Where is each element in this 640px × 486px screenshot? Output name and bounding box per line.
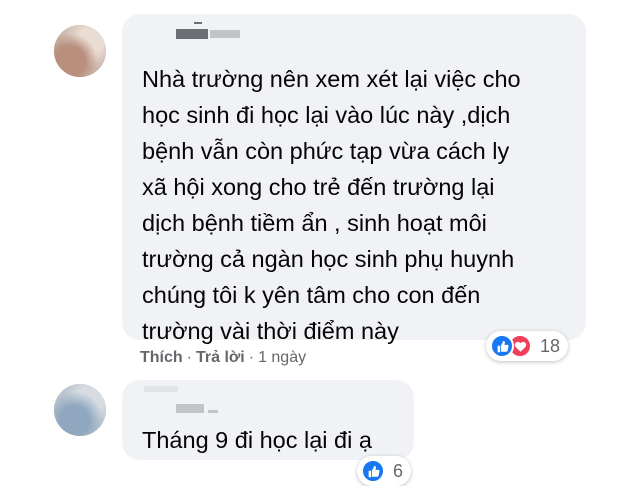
comment-text: Nhà trường nên xem xét lại việc cho học … xyxy=(142,66,521,344)
reaction-summary[interactable]: 6 xyxy=(357,456,412,486)
like-link[interactable]: Thích xyxy=(140,349,183,366)
reply-link[interactable]: Trả lời xyxy=(196,349,245,366)
like-icon xyxy=(490,334,514,358)
like-icon xyxy=(361,459,385,483)
commenter-avatar[interactable] xyxy=(54,25,106,77)
reaction-count: 6 xyxy=(393,460,404,481)
comment-bubble: Nhà trường nên xem xét lại việc cho học … xyxy=(122,14,586,344)
comment-time[interactable]: 1 ngày xyxy=(258,349,306,366)
separator: · xyxy=(186,349,192,366)
commenter-avatar[interactable] xyxy=(54,384,106,436)
reaction-count: 18 xyxy=(540,335,561,356)
reaction-summary[interactable]: 18 xyxy=(486,331,569,361)
comment-bubble: Tháng 9 đi học lại đi ạ xyxy=(122,380,414,460)
comment-actions: Thích · Trả lời · 1 ngày xyxy=(140,349,306,367)
separator: · xyxy=(248,349,255,366)
author-name-redacted[interactable] xyxy=(122,380,242,416)
comment-text: Tháng 9 đi học lại đi ạ xyxy=(142,427,372,453)
author-name-redacted[interactable] xyxy=(122,14,262,44)
